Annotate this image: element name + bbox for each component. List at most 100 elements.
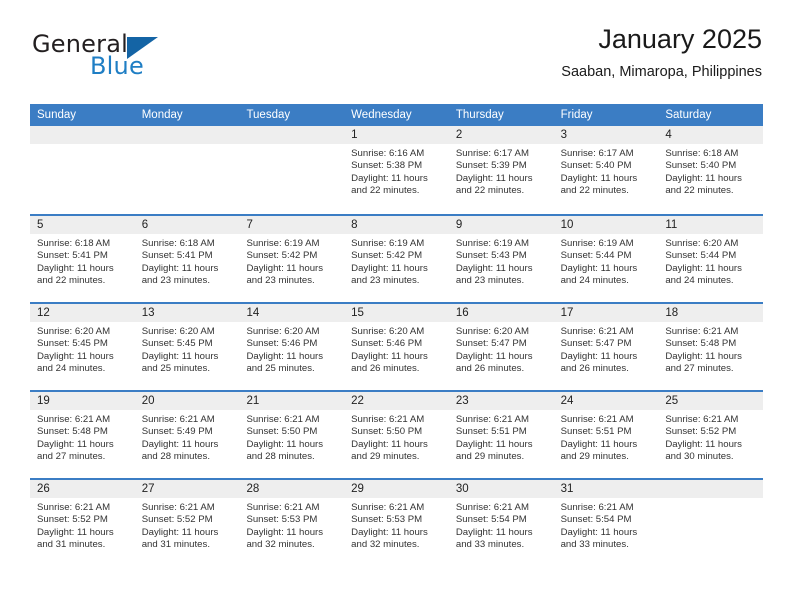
calendar-day-cell[interactable]: 14 Sunrise: 6:20 AM Sunset: 5:46 PM Dayligh… (239, 304, 345, 390)
calendar-day-cell[interactable]: 13 Sunrise: 6:20 AM Sunset: 5:45 PM Dayligh… (134, 304, 240, 390)
daylight-text-line1: Daylight: 11 hours (351, 262, 428, 274)
calendar-day-cell-empty (30, 126, 135, 214)
day-number: 22 (344, 392, 449, 410)
sunset-text: Sunset: 5:47 PM (455, 338, 527, 350)
calendar-day-cell[interactable]: 2 Sunrise: 6:17 AM Sunset: 5:39 PM Daylight… (448, 126, 554, 214)
calendar-day-cell[interactable]: 4 Sunrise: 6:18 AM Sunset: 5:40 PM Daylight… (658, 126, 764, 214)
calendar-day-cell[interactable]: 31 Sunrise: 6:21 AM Sunset: 5:54 PM Dayligh… (553, 480, 659, 566)
daylight-text-line1: Daylight: 11 hours (665, 172, 742, 184)
daylight-text-line1: Daylight: 11 hours (560, 438, 638, 450)
calendar-day-cell-empty (658, 480, 764, 566)
daylight-text-line1: Daylight: 11 hours (37, 350, 114, 362)
day-details: Sunrise: 6:21 AM Sunset: 5:48 PM Daylight:… (658, 322, 763, 376)
day-details: Sunrise: 6:21 AM Sunset: 5:53 PM Daylight:… (344, 498, 449, 552)
daylight-text-line1: Daylight: 11 hours (246, 438, 324, 450)
calendar-day-cell[interactable]: 15 Sunrise: 6:20 AM Sunset: 5:46 PM Dayligh… (344, 304, 449, 390)
daylight-text-line2: and 22 minutes. (455, 185, 525, 197)
calendar-day-cell[interactable]: 11 Sunrise: 6:20 AM Sunset: 5:44 PM Dayligh… (658, 216, 764, 302)
calendar-day-cell[interactable]: 3 Sunrise: 6:17 AM Sunset: 5:40 PM Daylight… (553, 126, 659, 214)
sunset-text: Sunset: 5:52 PM (141, 514, 213, 526)
sunset-text: Sunset: 5:47 PM (560, 338, 632, 350)
day-details: Sunrise: 6:20 AM Sunset: 5:46 PM Daylight:… (239, 322, 344, 376)
daylight-text-line2: and 23 minutes. (351, 275, 420, 287)
sunrise-text: Sunrise: 6:21 AM (246, 502, 320, 513)
calendar-day-cell[interactable]: 5 Sunrise: 6:18 AM Sunset: 5:41 PM Daylight… (30, 216, 135, 302)
weekday-header-row: Sunday Monday Tuesday Wednesday Thursday… (30, 104, 763, 126)
calendar-day-cell[interactable]: 28 Sunrise: 6:21 AM Sunset: 5:53 PM Dayligh… (239, 480, 345, 566)
daylight-text-line1: Daylight: 11 hours (560, 172, 638, 184)
calendar-day-cell[interactable]: 30 Sunrise: 6:21 AM Sunset: 5:54 PM Dayligh… (448, 480, 554, 566)
sunset-text: Sunset: 5:49 PM (141, 426, 213, 438)
daylight-text-line2: and 32 minutes. (246, 539, 315, 551)
sunrise-text: Sunrise: 6:19 AM (560, 238, 634, 249)
sunrise-text: Sunrise: 6:20 AM (665, 238, 739, 249)
calendar-day-cell[interactable]: 6 Sunrise: 6:18 AM Sunset: 5:41 PM Daylight… (134, 216, 240, 302)
sunrise-text: Sunrise: 6:20 AM (141, 326, 215, 337)
day-number: 15 (344, 304, 449, 322)
sunset-text: Sunset: 5:42 PM (246, 250, 318, 262)
sunset-text: Sunset: 5:46 PM (351, 338, 423, 350)
weekday-header-sunday: Sunday (37, 109, 77, 121)
calendar-day-cell[interactable]: 19 Sunrise: 6:21 AM Sunset: 5:48 PM Dayligh… (30, 392, 135, 478)
calendar-day-cell[interactable]: 1 Sunrise: 6:16 AM Sunset: 5:38 PM Daylight… (344, 126, 449, 214)
day-number: 31 (553, 480, 659, 498)
daylight-text-line1: Daylight: 11 hours (560, 350, 638, 362)
daylight-text-line2: and 24 minutes. (37, 363, 106, 375)
sunrise-text: Sunrise: 6:18 AM (665, 148, 739, 159)
day-details: Sunrise: 6:17 AM Sunset: 5:40 PM Daylight:… (554, 144, 659, 198)
sunrise-text: Sunrise: 6:21 AM (141, 414, 215, 425)
calendar-day-cell[interactable]: 25 Sunrise: 6:21 AM Sunset: 5:52 PM Dayligh… (658, 392, 764, 478)
location-subtitle: Saaban, Mimaropa, Philippines (561, 64, 762, 80)
calendar-day-cell[interactable]: 21 Sunrise: 6:21 AM Sunset: 5:50 PM Dayligh… (239, 392, 345, 478)
daylight-text-line1: Daylight: 11 hours (141, 262, 219, 274)
calendar-day-cell[interactable]: 16 Sunrise: 6:20 AM Sunset: 5:47 PM Dayligh… (448, 304, 554, 390)
daylight-text-line2: and 25 minutes. (141, 363, 210, 375)
day-details: Sunrise: 6:18 AM Sunset: 5:41 PM Daylight:… (135, 234, 240, 288)
calendar-week-row: 1 Sunrise: 6:16 AM Sunset: 5:38 PM Daylight… (30, 126, 764, 214)
calendar-day-cell[interactable]: 8 Sunrise: 6:19 AM Sunset: 5:42 PM Daylight… (344, 216, 449, 302)
calendar-day-cell[interactable]: 12 Sunrise: 6:20 AM Sunset: 5:45 PM Dayligh… (30, 304, 135, 390)
daylight-text-line1: Daylight: 11 hours (246, 526, 324, 538)
day-details: Sunrise: 6:19 AM Sunset: 5:44 PM Daylight:… (554, 234, 659, 288)
calendar-day-cell[interactable]: 27 Sunrise: 6:21 AM Sunset: 5:52 PM Dayligh… (134, 480, 240, 566)
day-details: Sunrise: 6:20 AM Sunset: 5:45 PM Daylight:… (30, 322, 135, 376)
daylight-text-line2: and 26 minutes. (560, 363, 629, 375)
daylight-text-line1: Daylight: 11 hours (246, 262, 324, 274)
daylight-text-line2: and 22 minutes. (665, 185, 734, 197)
day-number: 26 (30, 480, 135, 498)
day-number: 4 (658, 126, 764, 144)
day-number: 11 (658, 216, 764, 234)
brand-logo[interactable]: General Blue (32, 30, 242, 82)
day-number: 5 (30, 216, 135, 234)
sunset-text: Sunset: 5:40 PM (665, 160, 737, 172)
calendar-day-cell[interactable]: 18 Sunrise: 6:21 AM Sunset: 5:48 PM Dayligh… (658, 304, 764, 390)
calendar-day-cell[interactable]: 17 Sunrise: 6:21 AM Sunset: 5:47 PM Dayligh… (553, 304, 659, 390)
calendar-day-cell[interactable]: 10 Sunrise: 6:19 AM Sunset: 5:44 PM Dayligh… (553, 216, 659, 302)
calendar-day-cell[interactable]: 22 Sunrise: 6:21 AM Sunset: 5:50 PM Dayligh… (344, 392, 449, 478)
calendar-week-row: 19 Sunrise: 6:21 AM Sunset: 5:48 PM Dayligh… (30, 390, 764, 478)
weekday-header-wednesday: Wednesday (351, 109, 412, 121)
calendar-week-row: 26 Sunrise: 6:21 AM Sunset: 5:52 PM Dayligh… (30, 478, 764, 566)
calendar-day-cell[interactable]: 7 Sunrise: 6:19 AM Sunset: 5:42 PM Daylight… (239, 216, 345, 302)
sunset-text: Sunset: 5:41 PM (37, 250, 108, 262)
day-details: Sunrise: 6:18 AM Sunset: 5:40 PM Daylight:… (658, 144, 763, 198)
daylight-text-line2: and 25 minutes. (246, 363, 315, 375)
day-number: 7 (239, 216, 345, 234)
day-details: Sunrise: 6:19 AM Sunset: 5:43 PM Daylight:… (449, 234, 554, 288)
calendar-day-cell[interactable]: 23 Sunrise: 6:21 AM Sunset: 5:51 PM Dayligh… (448, 392, 554, 478)
calendar-grid: Sunday Monday Tuesday Wednesday Thursday… (30, 104, 764, 566)
calendar-day-cell[interactable]: 9 Sunrise: 6:19 AM Sunset: 5:43 PM Daylight… (448, 216, 554, 302)
calendar-day-cell[interactable]: 24 Sunrise: 6:21 AM Sunset: 5:51 PM Dayligh… (553, 392, 659, 478)
sunrise-text: Sunrise: 6:21 AM (665, 326, 739, 337)
sunrise-text: Sunrise: 6:21 AM (560, 502, 634, 513)
sunset-text: Sunset: 5:53 PM (246, 514, 318, 526)
day-number: 3 (553, 126, 659, 144)
sunrise-text: Sunrise: 6:21 AM (455, 414, 529, 425)
calendar-day-cell[interactable]: 26 Sunrise: 6:21 AM Sunset: 5:52 PM Dayligh… (30, 480, 135, 566)
calendar-day-cell[interactable]: 20 Sunrise: 6:21 AM Sunset: 5:49 PM Dayligh… (134, 392, 240, 478)
calendar-day-cell-empty (239, 126, 345, 214)
calendar-day-cell[interactable]: 29 Sunrise: 6:21 AM Sunset: 5:53 PM Dayligh… (344, 480, 449, 566)
daylight-text-line2: and 30 minutes. (665, 451, 734, 463)
sunset-text: Sunset: 5:54 PM (455, 514, 527, 526)
day-number (239, 126, 345, 144)
